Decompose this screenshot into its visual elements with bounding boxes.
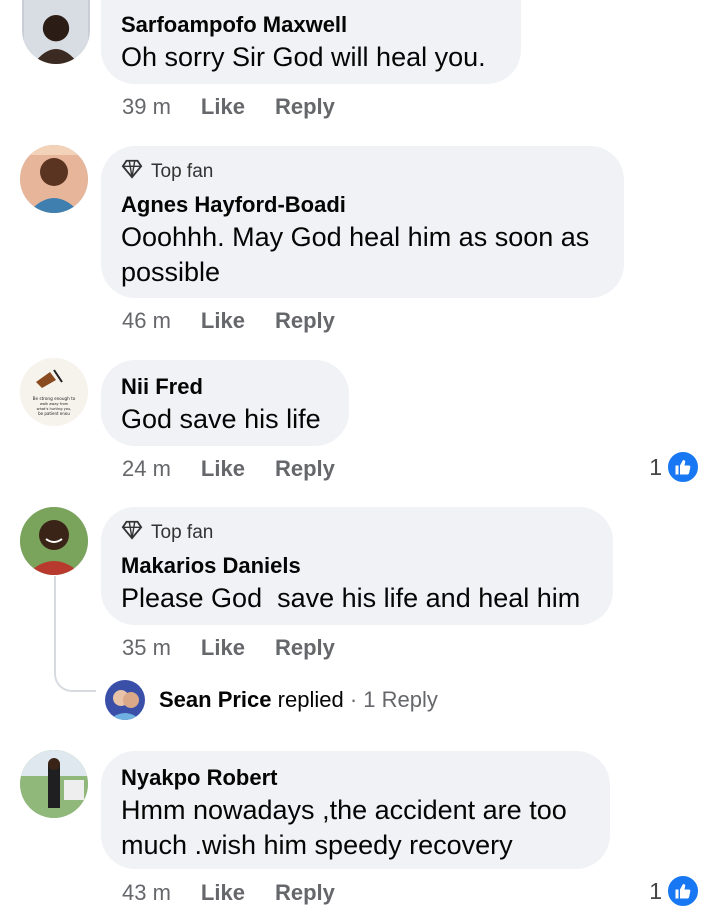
comment-text-line: Hmm nowadays ,the accident are too [121,795,567,825]
comment-text-line: Ooohhh. May God heal him as soon as [121,222,590,252]
reply-button[interactable]: Reply [275,880,335,906]
replier-name[interactable]: Sean Price [159,687,272,712]
reply-button[interactable]: Reply [275,94,335,120]
like-button[interactable]: Like [201,94,245,120]
comment-actions: 24 m Like Reply [122,456,335,482]
svg-text:walk away from: walk away from [40,402,69,406]
comment-actions: 43 m Like Reply [122,880,335,906]
comment-actions: 46 m Like Reply [122,308,335,334]
thread-line [54,576,56,670]
reply-button[interactable]: Reply [275,635,335,661]
top-fan-label: Top fan [151,522,214,543]
top-fan-label: Top fan [151,161,214,182]
top-fan-badge: Top fan [121,158,604,186]
like-button[interactable]: Like [201,308,245,334]
comment-time[interactable]: 24 m [122,456,171,482]
comment-time[interactable]: 39 m [122,94,171,120]
thread-connector [54,668,96,692]
comment-author[interactable]: Nyakpo Robert [121,765,590,791]
comment-bubble: Top fan Agnes Hayford-Boadi Ooohhh. May … [101,146,624,298]
svg-text:be patient enou: be patient enou [38,411,70,416]
comment-time[interactable]: 43 m [122,880,171,906]
top-fan-badge: Top fan [121,519,593,547]
comment-author[interactable]: Agnes Hayford-Boadi [121,192,604,218]
avatar[interactable] [22,0,90,64]
avatar [105,680,145,720]
avatar[interactable] [20,507,88,575]
reply-button[interactable]: Reply [275,308,335,334]
diamond-icon [121,158,143,186]
like-button[interactable]: Like [201,635,245,661]
comment-bubble: Top fan Makarios Daniels Please God save… [101,507,613,625]
reply-button[interactable]: Reply [275,456,335,482]
comment-author[interactable]: Sarfoampofo Maxwell [121,12,501,38]
reply-count[interactable]: 1 Reply [363,687,438,712]
thumbs-up-icon [666,874,700,908]
comment-author[interactable]: Nii Fred [121,374,329,400]
comment-text: God save his life [121,404,321,434]
avatar[interactable] [20,145,88,213]
comment-text-line: much .wish him speedy recovery [121,830,513,860]
view-replies-link[interactable]: Sean Price replied · 1 Reply [105,680,438,720]
reaction-count: 1 [649,877,662,904]
svg-text:Be strong enough to: Be strong enough to [33,396,76,401]
comment-time[interactable]: 46 m [122,308,171,334]
comment-author[interactable]: Makarios Daniels [121,553,593,579]
avatar[interactable] [20,750,88,818]
separator: · [349,687,358,712]
reaction-summary[interactable]: 1 [649,874,700,908]
like-button[interactable]: Like [201,880,245,906]
comment-actions: 39 m Like Reply [122,94,335,120]
replied-label: replied [277,687,344,712]
comment-bubble: Nyakpo Robert Hmm nowadays ,the accident… [101,751,610,869]
comment-actions: 35 m Like Reply [122,635,335,661]
comment-text: Oh sorry Sir God will heal you. [121,42,486,72]
comment-time[interactable]: 35 m [122,635,171,661]
comment-text-line: possible [121,257,221,287]
diamond-icon [121,519,143,547]
comment-bubble: Sarfoampofo Maxwell Oh sorry Sir God wil… [101,0,521,84]
avatar[interactable]: Be strong enough to walk away from what'… [20,358,88,426]
thumbs-up-icon [666,450,700,484]
comment-text: Please God save his life and heal him [121,583,581,613]
comment-bubble: Nii Fred God save his life [101,360,349,446]
reaction-count: 1 [649,453,662,480]
like-button[interactable]: Like [201,456,245,482]
reaction-summary[interactable]: 1 [649,450,700,484]
